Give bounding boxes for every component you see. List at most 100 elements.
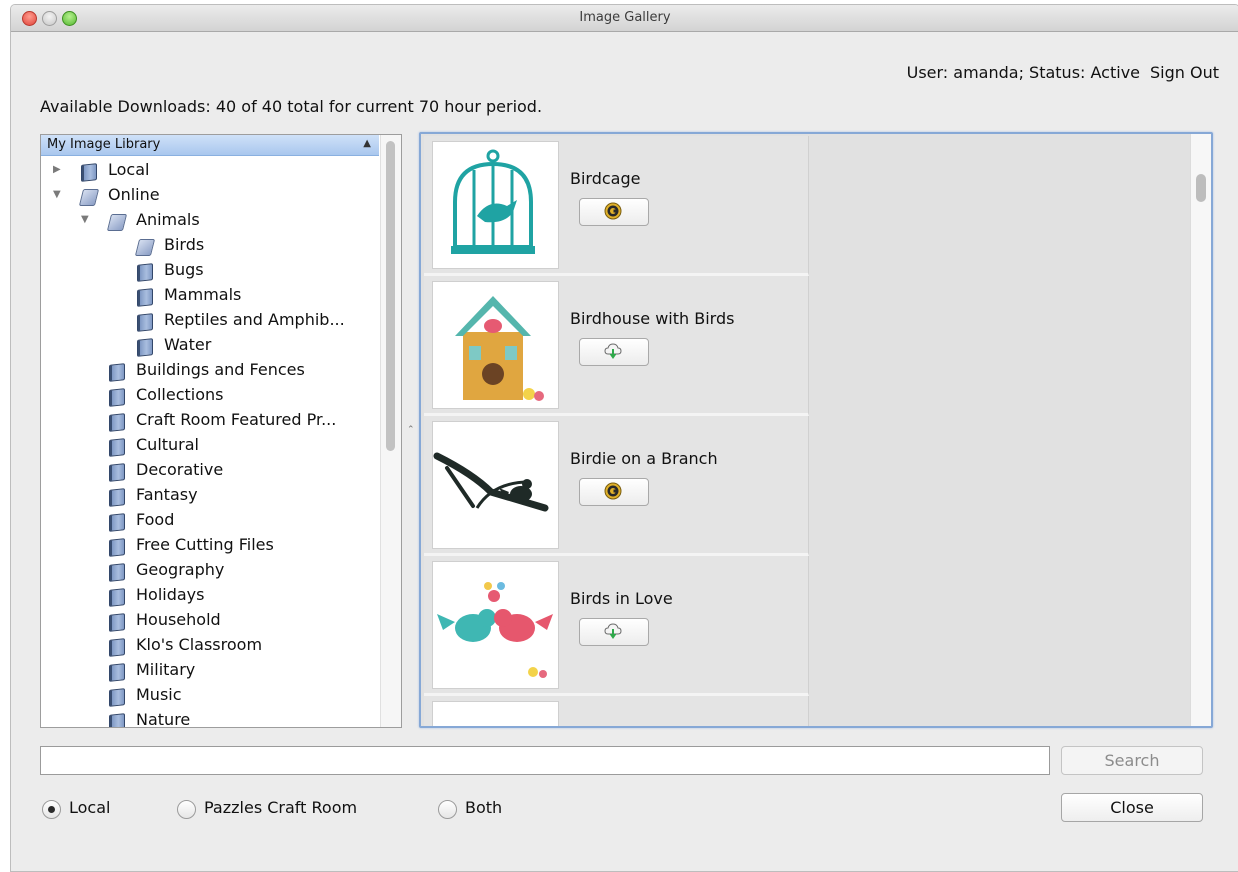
- tree-item-fantasy[interactable]: Fantasy: [41, 485, 379, 509]
- folder-icon: [109, 488, 125, 507]
- tree-item-label: Music: [136, 685, 182, 704]
- partial-thumbnail[interactable]: [432, 701, 559, 726]
- tree-item-free-cutting-files[interactable]: Free Cutting Files: [41, 535, 379, 559]
- tree-item-label: Online: [108, 185, 160, 204]
- tree-item-mammals[interactable]: Mammals: [41, 285, 379, 309]
- tree-item-label: Birds: [164, 235, 205, 254]
- tree-item-label: Klo's Classroom: [136, 635, 263, 654]
- tree-item-label: Military: [136, 660, 196, 679]
- folder-icon: [137, 288, 153, 307]
- tree-item-label: Free Cutting Files: [136, 535, 274, 554]
- tree-item-food[interactable]: Food: [41, 510, 379, 534]
- image-library-tree[interactable]: My Image Library ▲ ▶ Local ▼ Online ▼ An…: [40, 134, 402, 728]
- tree-item-holidays[interactable]: Holidays: [41, 585, 379, 609]
- tree-item-nature[interactable]: Nature: [41, 710, 379, 728]
- purchase-button[interactable]: [579, 198, 649, 226]
- download-button[interactable]: [579, 338, 649, 366]
- purchase-button[interactable]: [579, 478, 649, 506]
- sign-out-link[interactable]: Sign Out: [1150, 63, 1219, 82]
- collapse-arrow-icon[interactable]: ▼: [81, 214, 89, 225]
- tree-item-label: Holidays: [136, 585, 205, 604]
- image-card[interactable]: Birdhouse with Birds: [424, 276, 809, 416]
- folder-icon: [109, 363, 125, 382]
- grid-scroll-thumb[interactable]: [1196, 174, 1206, 202]
- tree-header-label: My Image Library: [47, 137, 161, 152]
- image-card-partial[interactable]: [424, 696, 809, 726]
- tree-item-label: Local: [108, 160, 150, 179]
- birdie-on-branch-thumbnail[interactable]: [432, 421, 559, 549]
- download-button[interactable]: [579, 618, 649, 646]
- folder-icon: [109, 413, 125, 432]
- window-title: Image Gallery: [579, 10, 671, 25]
- tree-item-online[interactable]: ▼ Online: [41, 185, 379, 209]
- close-button[interactable]: Close: [1061, 793, 1203, 822]
- radio-label: Both: [465, 798, 503, 817]
- tree-item-label: Geography: [136, 560, 225, 579]
- birdcage-thumbnail[interactable]: [432, 141, 559, 269]
- tree-item-bugs[interactable]: Bugs: [41, 260, 379, 284]
- image-card[interactable]: Birdcage: [424, 136, 809, 276]
- tree-item-animals[interactable]: ▼ Animals: [41, 210, 379, 234]
- tree-item-birds[interactable]: Birds: [41, 235, 379, 259]
- tree-item-label: Animals: [136, 210, 200, 229]
- tree-item-klos-classroom[interactable]: Klo's Classroom: [41, 635, 379, 659]
- tree-item-label: Cultural: [136, 435, 199, 454]
- folder-icon: [109, 438, 125, 457]
- folder-icon: [109, 563, 125, 582]
- grid-scrollbar[interactable]: [1190, 134, 1211, 726]
- folder-icon: [109, 613, 125, 632]
- radio-unselected-icon[interactable]: [438, 800, 457, 819]
- title-bar[interactable]: Image Gallery: [11, 5, 1238, 32]
- tree-item-water[interactable]: Water: [41, 335, 379, 359]
- tree-item-label: Fantasy: [136, 485, 198, 504]
- folder-icon: [109, 688, 125, 707]
- sort-ascending-icon[interactable]: ▲: [363, 138, 371, 149]
- image-card[interactable]: Birds in Love: [424, 556, 809, 696]
- open-folder-icon: [78, 189, 100, 206]
- open-folder-icon: [106, 214, 128, 231]
- folder-icon: [109, 538, 125, 557]
- tree-scroll-thumb[interactable]: [386, 141, 395, 451]
- tree-item-label: Reptiles and Amphib...: [164, 310, 345, 329]
- radio-label: Local: [69, 798, 111, 817]
- tree-item-buildings[interactable]: Buildings and Fences: [41, 360, 379, 384]
- search-button[interactable]: Search: [1061, 746, 1203, 775]
- tree-scrollbar[interactable]: [380, 135, 401, 727]
- image-name: Birdhouse with Birds: [570, 309, 735, 328]
- tree-item-label: Household: [136, 610, 221, 629]
- expand-arrow-icon[interactable]: ▶: [53, 164, 61, 175]
- radio-unselected-icon[interactable]: [177, 800, 196, 819]
- radio-selected-icon[interactable]: [42, 800, 61, 819]
- tree-item-collections[interactable]: Collections: [41, 385, 379, 409]
- image-name: Birds in Love: [570, 589, 673, 608]
- folder-icon: [109, 463, 125, 482]
- tree-header[interactable]: My Image Library ▲: [41, 135, 379, 156]
- user-status: User: amanda; Status: Active Sign Out: [907, 63, 1219, 82]
- folder-icon: [109, 388, 125, 407]
- tree-item-local[interactable]: ▶ Local: [41, 160, 379, 184]
- split-pane-handle[interactable]: ⌃: [407, 425, 415, 435]
- radio-label: Pazzles Craft Room: [204, 798, 358, 817]
- tree-item-music[interactable]: Music: [41, 685, 379, 709]
- tree-item-military[interactable]: Military: [41, 660, 379, 684]
- folder-icon: [81, 163, 97, 182]
- tree-item-decorative[interactable]: Decorative: [41, 460, 379, 484]
- folder-icon: [137, 338, 153, 357]
- tree-item-reptiles[interactable]: Reptiles and Amphib...: [41, 310, 379, 334]
- tree-item-cultural[interactable]: Cultural: [41, 435, 379, 459]
- image-name: Birdcage: [570, 169, 641, 188]
- tree-item-label: Craft Room Featured Pr...: [136, 410, 337, 429]
- tree-item-label: Nature: [136, 710, 191, 728]
- image-results-grid[interactable]: Birdcage Birdhouse with Birds Birdie on …: [419, 132, 1213, 728]
- tree-item-household[interactable]: Household: [41, 610, 379, 634]
- search-input[interactable]: [40, 746, 1050, 775]
- birds-in-love-thumbnail[interactable]: [432, 561, 559, 689]
- tree-item-label: Collections: [136, 385, 224, 404]
- image-card[interactable]: Birdie on a Branch: [424, 416, 809, 556]
- available-downloads-text: Available Downloads: 40 of 40 total for …: [40, 97, 543, 116]
- tree-item-craft-room[interactable]: Craft Room Featured Pr...: [41, 410, 379, 434]
- folder-icon: [109, 713, 125, 727]
- tree-item-geography[interactable]: Geography: [41, 560, 379, 584]
- birdhouse-thumbnail[interactable]: [432, 281, 559, 409]
- collapse-arrow-icon[interactable]: ▼: [53, 189, 61, 200]
